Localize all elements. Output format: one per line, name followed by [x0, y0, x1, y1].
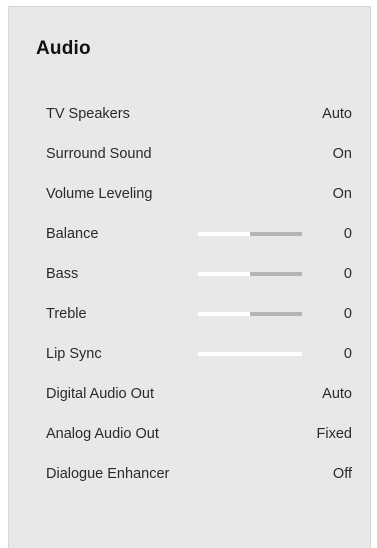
- slider-track: [250, 312, 302, 316]
- treble-slider[interactable]: [198, 312, 302, 316]
- menu-item-value: 0: [343, 306, 352, 322]
- menu-item-label: Balance: [46, 226, 99, 242]
- menu-item-analog-audio-out[interactable]: Analog Audio Out Fixed: [9, 414, 372, 454]
- menu-item-treble[interactable]: Treble 0: [9, 294, 372, 334]
- menu-item-label: Digital Audio Out: [46, 386, 155, 402]
- slider-track: [250, 232, 302, 236]
- menu-item-value: 0: [343, 346, 352, 362]
- menu-item-surround-sound[interactable]: Surround Sound On: [9, 134, 372, 174]
- slider-track: [250, 272, 302, 276]
- menu-item-tv-speakers[interactable]: TV Speakers Auto: [9, 94, 372, 134]
- menu-item-balance[interactable]: Balance 0: [9, 214, 372, 254]
- audio-menu-list: TV Speakers Auto Surround Sound On Volum…: [9, 94, 372, 494]
- menu-item-bass[interactable]: Bass 0: [9, 254, 372, 294]
- menu-item-value: Off: [332, 466, 352, 482]
- balance-slider[interactable]: [198, 232, 302, 236]
- page-title: Audio: [36, 38, 91, 59]
- menu-item-value: On: [332, 186, 352, 202]
- menu-item-dialogue-enhancer[interactable]: Dialogue Enhancer Off: [9, 454, 372, 494]
- menu-item-label: Volume Leveling: [46, 186, 153, 202]
- bass-slider[interactable]: [198, 272, 302, 276]
- menu-item-label: Treble: [46, 306, 87, 322]
- menu-item-lip-sync[interactable]: Lip Sync 0: [9, 334, 372, 374]
- menu-item-value: Auto: [322, 106, 352, 122]
- menu-item-label: Surround Sound: [46, 146, 152, 162]
- menu-item-value: 0: [343, 226, 352, 242]
- menu-item-value: 0: [343, 266, 352, 282]
- menu-item-value: On: [332, 146, 352, 162]
- audio-settings-panel: Audio TV Speakers Auto Surround Sound On…: [8, 6, 371, 548]
- menu-item-volume-leveling[interactable]: Volume Leveling On: [9, 174, 372, 214]
- menu-item-label: Bass: [46, 266, 79, 282]
- menu-item-value: Auto: [322, 386, 352, 402]
- menu-item-label: Analog Audio Out: [46, 426, 159, 442]
- menu-item-label: TV Speakers: [46, 106, 130, 122]
- lip-sync-slider[interactable]: [198, 352, 302, 356]
- menu-item-value: Fixed: [316, 426, 352, 442]
- menu-item-digital-audio-out[interactable]: Digital Audio Out Auto: [9, 374, 372, 414]
- menu-item-label: Dialogue Enhancer: [46, 466, 170, 482]
- menu-item-label: Lip Sync: [46, 346, 102, 362]
